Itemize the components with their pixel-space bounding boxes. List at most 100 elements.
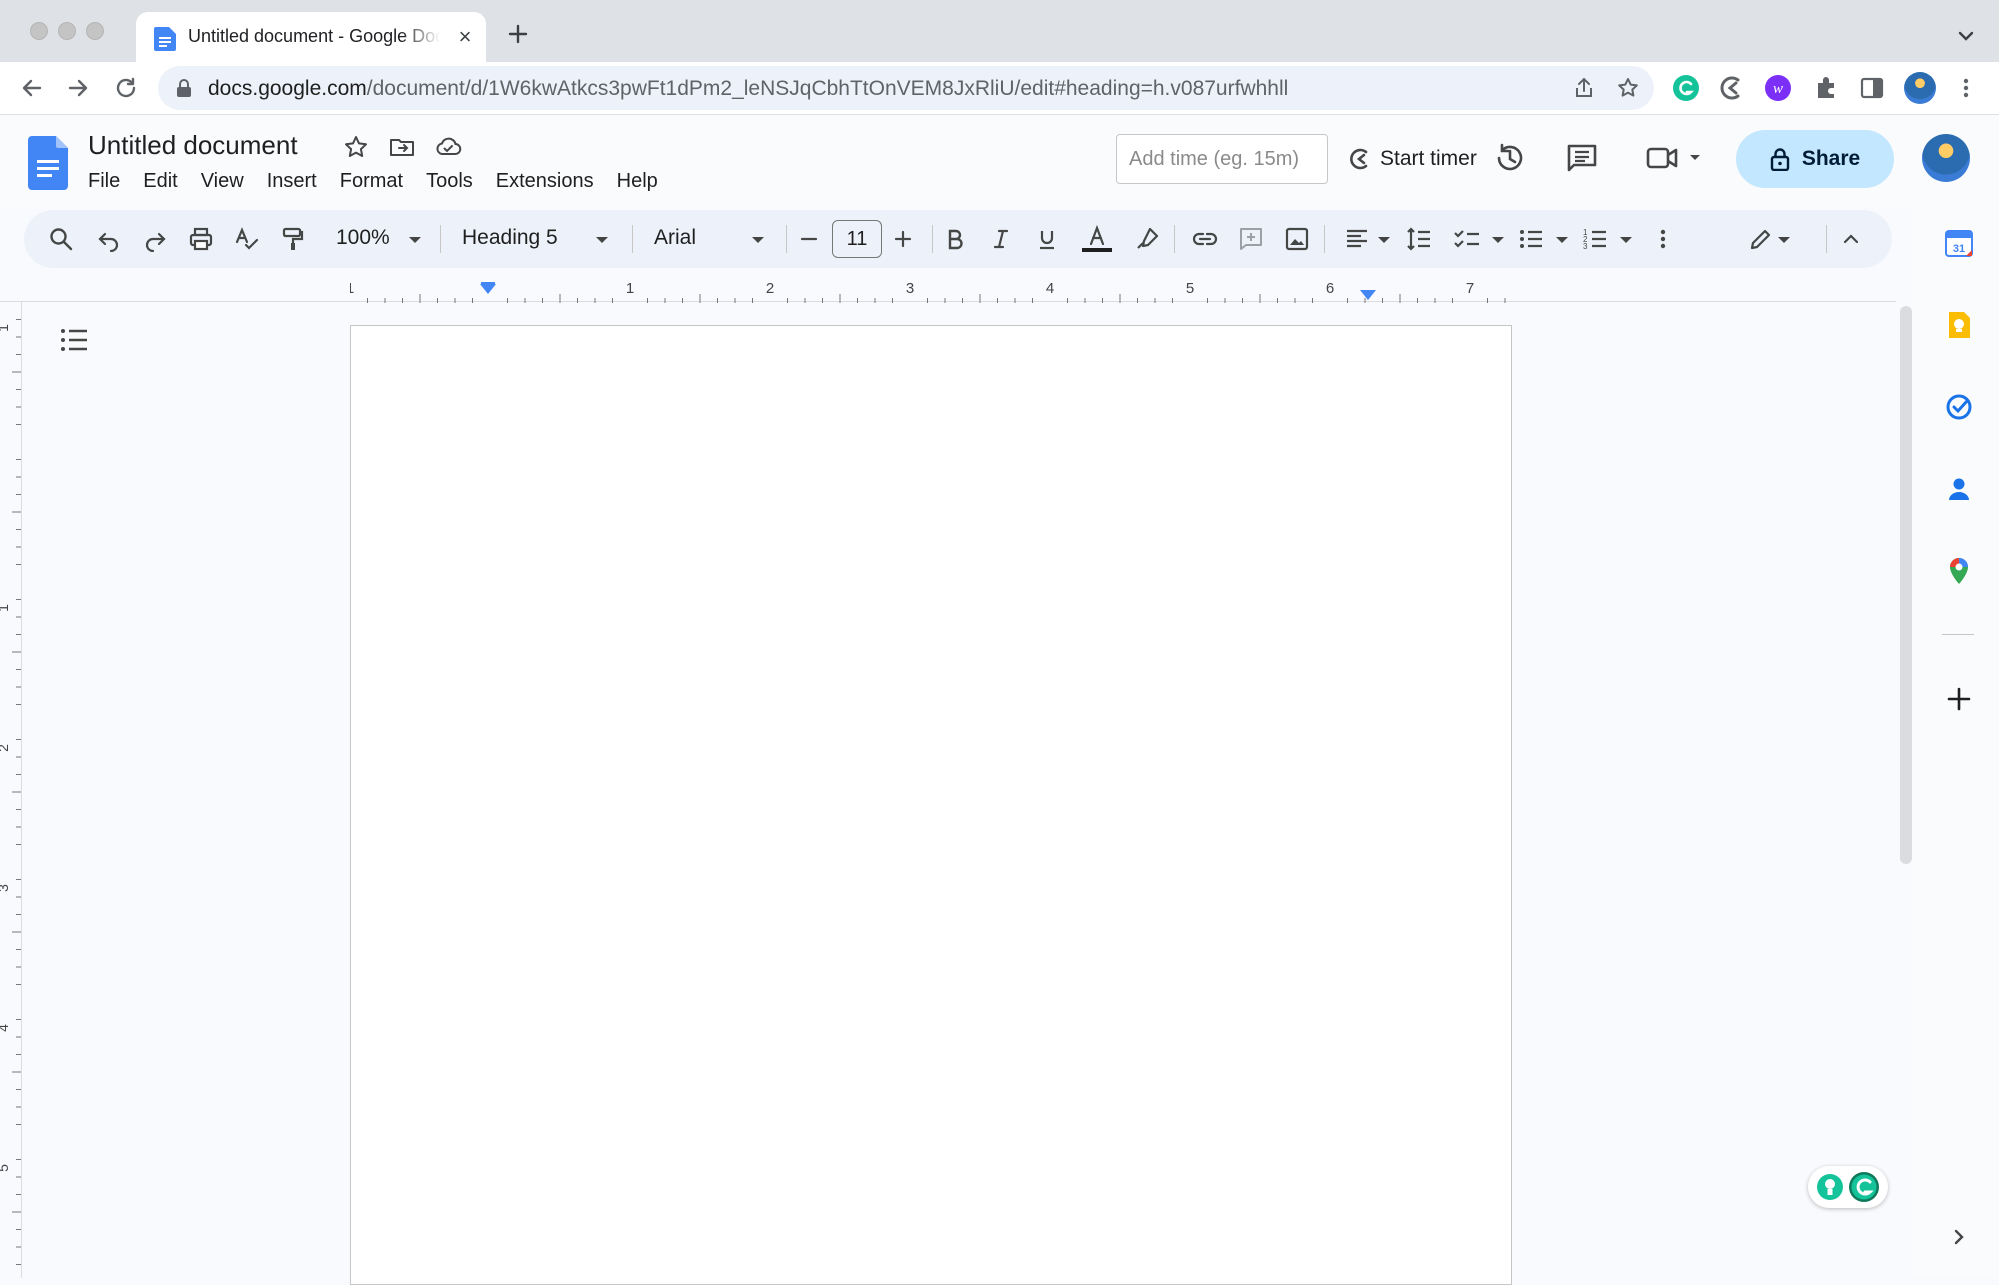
zoom-select[interactable]: 100% [336,226,390,250]
share-page-icon[interactable] [1572,76,1596,100]
menu-format[interactable]: Format [340,168,403,196]
side-panel-divider [1942,634,1974,635]
redo-icon[interactable] [140,224,170,254]
maps-icon[interactable] [1944,556,1974,586]
calendar-icon[interactable]: 31 [1944,228,1974,258]
vertical-ruler[interactable]: 1 1 2 3 4 5 [0,302,22,1278]
window-minimize-button[interactable] [58,22,76,40]
line-spacing-icon[interactable] [1404,224,1434,254]
version-history-icon[interactable] [1492,140,1528,176]
numbered-list-icon[interactable]: 123 [1580,224,1610,254]
writer-extension-icon[interactable]: w [1764,74,1792,102]
style-dropdown-caret-icon[interactable] [596,237,608,243]
document-outline-icon[interactable] [56,322,92,358]
window-zoom-button[interactable] [86,22,104,40]
vertical-scrollbar[interactable] [1900,306,1912,864]
address-bar[interactable]: docs.google.com/document/d/1W6kwAtkcs3pw… [158,66,1654,110]
menu-edit[interactable]: Edit [143,168,177,196]
google-docs-logo-icon[interactable] [28,136,68,190]
paint-format-icon[interactable] [278,224,308,254]
start-timer-button[interactable]: Start timer [1348,142,1477,176]
horizontal-ruler[interactable]: 1 1 2 3 4 5 6 7 [350,276,1512,304]
ruler-label: 4 [1046,280,1054,297]
align-left-icon[interactable] [1342,224,1372,254]
comments-icon[interactable] [1564,140,1600,176]
document-title[interactable]: Untitled document [88,130,298,161]
account-avatar[interactable] [1922,134,1970,182]
menu-view[interactable]: View [201,168,244,196]
move-folder-icon[interactable] [388,133,416,161]
bookmark-star-icon[interactable] [1616,76,1640,100]
start-timer-label: Start timer [1380,147,1477,170]
extensions-puzzle-icon[interactable] [1812,74,1840,102]
bulleted-list-icon[interactable] [1516,224,1546,254]
window-close-button[interactable] [30,22,48,40]
right-indent-marker-icon[interactable] [1360,290,1376,300]
underline-icon[interactable] [1032,224,1062,254]
add-time-input[interactable] [1116,134,1328,184]
url-path: /document/d/1W6kwAtkcs3pwFt1dPm2_leNSJqC… [366,77,1289,100]
left-indent-marker-icon[interactable] [480,284,496,294]
lock-icon[interactable] [176,79,192,97]
menu-file[interactable]: File [88,168,120,196]
hide-menus-chevron-up-icon[interactable] [1836,224,1866,254]
insert-link-icon[interactable] [1190,224,1220,254]
align-dropdown-caret-icon[interactable] [1378,237,1390,243]
menu-extensions[interactable]: Extensions [496,168,594,196]
browser-menu-kebab-icon[interactable] [1952,74,1980,102]
toolbar-divider [1174,225,1175,253]
more-options-kebab-icon[interactable] [1648,224,1678,254]
menu-help[interactable]: Help [617,168,658,196]
numbered-list-dropdown-caret-icon[interactable] [1620,237,1632,243]
insert-image-icon[interactable] [1282,224,1312,254]
reload-icon[interactable] [110,72,142,104]
editing-mode-dropdown-caret-icon[interactable] [1778,237,1790,243]
add-comment-icon[interactable] [1236,224,1266,254]
editing-mode-pencil-icon[interactable] [1746,224,1776,254]
meet-video-icon[interactable] [1644,140,1704,176]
menu-tools[interactable]: Tools [426,168,473,196]
spell-check-icon[interactable] [232,224,262,254]
bold-icon[interactable] [940,224,970,254]
font-dropdown-caret-icon[interactable] [752,237,764,243]
grammarly-extension-icon[interactable] [1672,74,1700,102]
text-color-icon[interactable] [1080,224,1114,254]
grammarly-floating-widget[interactable] [1808,1166,1888,1208]
contacts-icon[interactable] [1944,474,1974,504]
share-button[interactable]: Share [1736,130,1894,188]
increase-font-size-icon[interactable] [888,224,918,254]
tab-search-chevron-down-icon[interactable] [1952,22,1980,50]
checklist-dropdown-caret-icon[interactable] [1492,237,1504,243]
menu-insert[interactable]: Insert [267,168,317,196]
keep-icon[interactable] [1944,310,1974,340]
italic-icon[interactable] [986,224,1016,254]
back-arrow-icon[interactable] [16,72,48,104]
search-menus-icon[interactable] [46,224,76,254]
highlight-color-icon[interactable] [1132,224,1162,254]
checklist-icon[interactable] [1452,224,1482,254]
bulleted-list-dropdown-caret-icon[interactable] [1556,237,1568,243]
new-tab-plus-icon[interactable] [504,20,532,48]
decrease-font-size-icon[interactable] [794,224,824,254]
add-addon-plus-icon[interactable] [1944,684,1974,714]
side-panel-icon[interactable] [1858,74,1886,102]
show-side-panel-chevron-right-icon[interactable] [1944,1222,1974,1252]
star-icon[interactable] [342,133,370,161]
document-page[interactable] [350,325,1512,1285]
first-line-indent-marker-icon[interactable] [481,282,495,285]
tasks-icon[interactable] [1944,392,1974,422]
url-text[interactable]: docs.google.com/document/d/1W6kwAtkcs3pw… [208,77,1288,101]
print-icon[interactable] [186,224,216,254]
profile-avatar[interactable] [1904,72,1936,104]
font-size-input[interactable]: 11 [832,220,882,258]
browser-tab-active[interactable]: Untitled document - Google Docs × [136,12,486,62]
cloud-saved-icon[interactable] [434,133,462,161]
zoom-dropdown-caret-icon[interactable] [409,237,421,243]
paragraph-style-select[interactable]: Heading 5 [462,226,558,250]
lock-icon [1770,147,1790,171]
timer-extension-icon[interactable] [1718,74,1746,102]
font-family-select[interactable]: Arial [654,226,696,250]
undo-icon[interactable] [94,224,124,254]
forward-arrow-icon[interactable] [62,72,94,104]
tab-close-icon[interactable]: × [454,26,476,48]
